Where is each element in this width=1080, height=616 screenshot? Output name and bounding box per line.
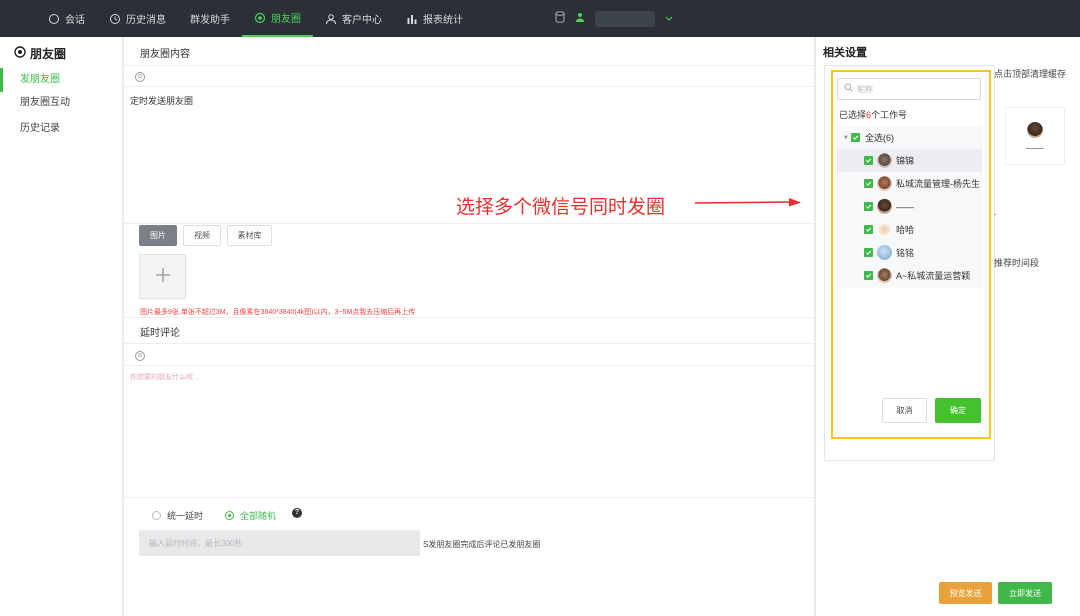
divider <box>124 86 814 87</box>
sidebar-item-moments-interaction[interactable]: 朋友圈互动 <box>0 91 123 115</box>
delay-seconds-input[interactable] <box>139 530 420 556</box>
nav-item-label: 历史消息 <box>126 15 166 26</box>
account-tree: ▼ 全选(6) 锦锦 私城流量管理-杨先生 —— 哈哈 铭铭 A~私城流量运营颖 <box>836 126 982 288</box>
search-icon <box>844 83 853 95</box>
emoji-icon[interactable]: ☺ <box>135 72 145 82</box>
divider <box>124 343 814 344</box>
nav-item-label: 朋友圈 <box>271 14 301 25</box>
chat-icon <box>48 13 60 25</box>
account-select-popup: 已选择6个工作号 ▼ 全选(6) 锦锦 私城流量管理-杨先生 —— 哈哈 <box>831 70 991 439</box>
cancel-button[interactable]: 取消 <box>882 398 927 423</box>
bar-chart-icon <box>406 13 418 25</box>
sidebar-item-post-moments[interactable]: 发朋友圈 <box>0 68 123 92</box>
checkbox-checked-icon[interactable] <box>851 133 860 142</box>
divider <box>124 365 814 366</box>
radio-all-random[interactable]: 全部随机 <box>225 509 276 522</box>
upload-hint: 图片最多9张,单张不超过3M，且像素在3840*3840(4k图)以内，3~5M… <box>140 309 416 316</box>
sidebar: 朋友圈 发朋友圈 朋友圈互动 历史记录 <box>0 37 123 616</box>
plus-icon <box>154 266 172 287</box>
recommended-time-text: 推荐时间段 <box>994 258 1040 268</box>
nav-item-customers[interactable]: 客户中心 <box>313 0 394 37</box>
nav-item-label: 群发助手 <box>190 15 230 26</box>
content-title: 朋友圈内容 <box>140 49 190 60</box>
delayed-comment-title: 延时评论 <box>140 328 180 339</box>
sidebar-item-history[interactable]: 历史记录 <box>0 117 123 141</box>
moments-icon <box>254 12 266 24</box>
avatar <box>877 199 892 214</box>
help-icon[interactable]: ? <box>292 508 302 518</box>
popup-search[interactable] <box>837 78 981 100</box>
avatar <box>1027 122 1043 138</box>
separator-dot: . <box>994 207 997 217</box>
radio-uniform-delay[interactable]: 统一延时 <box>152 509 203 522</box>
database-icon[interactable] <box>555 11 565 26</box>
emoji-icon[interactable]: ☺ <box>135 351 145 361</box>
top-nav: 会话 历史消息 群发助手 朋友圈 客户中心 报表统计 <box>0 0 1080 37</box>
nav-item-label: 会话 <box>65 15 85 26</box>
avatar <box>877 245 892 260</box>
nav-item-broadcast[interactable]: 群发助手 <box>178 0 242 37</box>
divider <box>124 497 814 498</box>
account-row[interactable]: 锦锦 <box>836 149 982 172</box>
annotation-text: 选择多个微信号同时发圈 <box>456 197 666 218</box>
nickname-search-input[interactable] <box>857 84 967 94</box>
nav-item-label: 客户中心 <box>342 15 382 26</box>
nav-item-reports[interactable]: 报表统计 <box>394 0 475 37</box>
select-all-row[interactable]: ▼ 全选(6) <box>836 126 982 149</box>
send-now-button[interactable]: 立即发送 <box>998 582 1052 604</box>
account-status-icon <box>575 12 585 25</box>
cache-hint-text: 点击顶部清理缓存 <box>994 69 1067 79</box>
nav-item-chat[interactable]: 会话 <box>36 0 97 37</box>
avatar <box>877 176 892 191</box>
nav-item-label: 报表统计 <box>423 15 463 26</box>
confirm-button[interactable]: 确定 <box>935 398 981 423</box>
tab-material-library[interactable]: 素材库 <box>227 225 272 246</box>
scheduled-post-label: 定时发送朋友圈 <box>130 96 194 106</box>
main-panel: 朋友圈内容 ☺ 定时发送朋友圈 图片 视频 素材库 图片最多9张,单张不超过3M… <box>124 37 814 616</box>
checkbox-checked-icon[interactable] <box>864 202 873 211</box>
account-row[interactable]: A~私城流量运营颖 <box>836 264 982 287</box>
comment-input[interactable]: 你想要的朋友什么呢 ... <box>130 372 201 382</box>
radio-dot <box>152 511 161 520</box>
moments-icon <box>14 46 26 61</box>
checkbox-checked-icon[interactable] <box>864 156 873 165</box>
nav-item-history[interactable]: 历史消息 <box>97 0 178 37</box>
selected-count: 已选择6个工作号 <box>839 110 908 120</box>
arrow-right-icon <box>695 198 801 207</box>
avatar <box>877 222 892 237</box>
tab-image[interactable]: 图片 <box>139 225 177 246</box>
checkbox-checked-icon[interactable] <box>864 248 873 257</box>
history-icon <box>109 13 121 25</box>
chevron-down-icon[interactable] <box>665 13 673 25</box>
tab-video[interactable]: 视频 <box>183 225 221 246</box>
radio-dot <box>225 511 234 520</box>
account-row[interactable]: 哈哈 <box>836 218 982 241</box>
account-row[interactable]: 铭铭 <box>836 241 982 264</box>
preview-send-button[interactable]: 预览发送 <box>939 582 992 604</box>
account-preview-card <box>1005 107 1065 165</box>
checkbox-checked-icon[interactable] <box>864 179 873 188</box>
delay-note: S发朋友圈完成后评论已发朋友圈 <box>423 540 541 549</box>
divider <box>124 317 814 318</box>
avatar <box>877 153 892 168</box>
account-name-line <box>1026 148 1044 149</box>
user-icon <box>325 13 337 25</box>
divider <box>124 65 814 66</box>
account-name-blurred[interactable] <box>595 10 655 27</box>
nav-account-area <box>555 0 673 37</box>
sidebar-title: 朋友圈 <box>14 45 66 62</box>
checkbox-checked-icon[interactable] <box>864 271 873 280</box>
checkbox-checked-icon[interactable] <box>864 225 873 234</box>
image-upload-button[interactable] <box>139 254 186 299</box>
caret-down-icon[interactable]: ▼ <box>843 135 851 141</box>
avatar <box>877 268 892 283</box>
divider <box>124 223 814 224</box>
settings-title: 相关设置 <box>823 47 867 59</box>
account-row[interactable]: —— <box>836 195 982 218</box>
nav-item-moments[interactable]: 朋友圈 <box>242 0 313 37</box>
account-row[interactable]: 私城流量管理-杨先生 <box>836 172 982 195</box>
